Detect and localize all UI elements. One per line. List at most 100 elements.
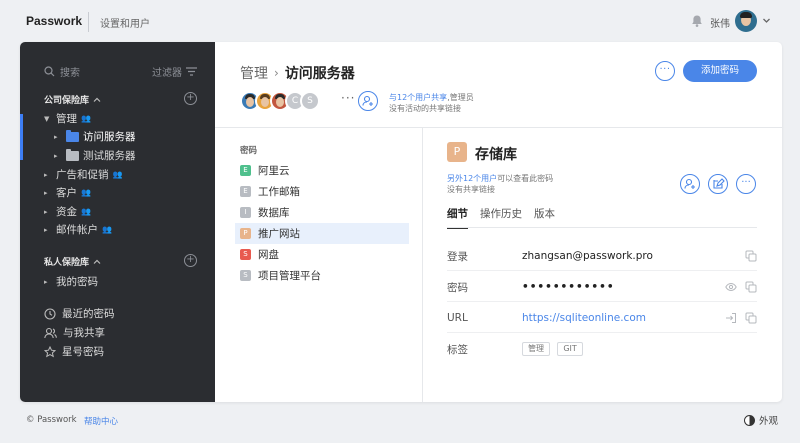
password-label: 数据库 <box>258 207 290 219</box>
tags-field: 标签 管理 GIT <box>447 338 757 360</box>
more-members-icon[interactable]: ··· <box>341 91 355 105</box>
group-icon: 👥 <box>81 207 91 216</box>
caret-right-icon: ▸ <box>54 151 58 160</box>
chevron-right-icon: › <box>274 66 279 80</box>
edit-button[interactable] <box>708 174 728 194</box>
breadcrumb: 管理 › 访问服务器 <box>240 63 355 83</box>
add-vault-button[interactable]: + <box>184 92 197 105</box>
detail-more-button[interactable]: ··· <box>736 174 756 194</box>
password-letter-icon: E <box>240 186 251 197</box>
copy-icon[interactable] <box>745 281 757 293</box>
login-value[interactable]: zhangsan@passwork.pro <box>522 250 737 262</box>
starred-label: 星号密码 <box>62 346 104 358</box>
copy-icon[interactable] <box>745 250 757 262</box>
sidebar-item-label: 我的密码 <box>56 276 98 288</box>
eye-icon[interactable] <box>725 281 737 293</box>
sidebar-item-ads[interactable]: ▸ 广告和促销 👥 <box>44 167 122 182</box>
sidebar-item-label: 客户 <box>56 187 77 199</box>
bell-icon[interactable] <box>690 14 704 28</box>
settings-link[interactable]: 设置和用户 <box>100 15 150 30</box>
divider <box>88 12 89 32</box>
caret-right-icon: ▸ <box>44 207 48 216</box>
password-list-item[interactable]: E 阿里云 <box>235 160 409 181</box>
caret-right-icon: ▸ <box>44 277 48 286</box>
copy-icon[interactable] <box>745 312 757 324</box>
password-list-item[interactable]: E 工作邮箱 <box>235 181 409 202</box>
tags-label: 标签 <box>447 343 468 356</box>
avatar: S <box>300 91 320 111</box>
avatar[interactable] <box>735 10 757 32</box>
group-icon: 👥 <box>102 225 112 234</box>
sidebar-item-admin[interactable]: ▼ 管理 👥 <box>44 111 91 126</box>
url-label: URL <box>447 312 468 324</box>
starred-passwords[interactable]: 星号密码 <box>44 344 104 359</box>
chevron-up-icon <box>93 259 101 264</box>
sidebar-item-clients[interactable]: ▸ 客户 👥 <box>44 185 91 200</box>
filter-button[interactable]: 过滤器 <box>152 64 197 79</box>
share-link-status: 没有活动的共享链接 <box>389 104 461 113</box>
sidebar-item-label: 访问服务器 <box>83 131 136 143</box>
chevron-down-icon[interactable] <box>762 16 771 25</box>
divider <box>215 127 782 128</box>
help-center-link[interactable]: 帮助中心 <box>84 415 118 427</box>
user-name[interactable]: 张伟 <box>710 15 730 30</box>
tab-versions[interactable]: 版本 <box>534 206 555 229</box>
share-users-link[interactable]: 与12个用户共享 <box>389 93 447 102</box>
caret-right-icon: ▸ <box>44 170 48 179</box>
sidebar-item-label: 广告和促销 <box>56 169 109 181</box>
password-list-item[interactable]: S 项目管理平台 <box>235 265 409 286</box>
filter-icon <box>186 67 197 76</box>
add-user-button[interactable] <box>358 91 378 111</box>
recent-label: 最近的密码 <box>62 308 115 320</box>
detail-add-user-button[interactable] <box>680 174 700 194</box>
sidebar-item-access-server[interactable]: ▸ 访问服务器 <box>54 129 136 144</box>
shared-with-me[interactable]: 与我共享 <box>44 325 105 340</box>
caret-right-icon: ▸ <box>44 188 48 197</box>
detail-share-info: 另外12个用户可以查看此密码 <box>447 173 553 184</box>
login-label: 登录 <box>447 250 468 263</box>
folder-icon <box>66 148 79 161</box>
caret-down-icon: ▼ <box>44 114 50 123</box>
password-list-item[interactable]: S 网盘 <box>235 244 409 265</box>
open-link-icon[interactable] <box>725 312 737 324</box>
password-list-item[interactable]: I 数据库 <box>235 202 409 223</box>
url-value[interactable]: https://sqliteonline.com <box>522 312 717 324</box>
sidebar-item-funds[interactable]: ▸ 资金 👥 <box>44 204 91 219</box>
tag[interactable]: 管理 <box>522 342 550 356</box>
more-options-button[interactable]: ··· <box>655 61 675 81</box>
detail-share-users-link[interactable]: 另外12个用户 <box>447 174 497 183</box>
sidebar-item-test-server[interactable]: ▸ 测试服务器 <box>54 148 136 163</box>
divider <box>447 301 757 302</box>
private-vault-header[interactable]: 私人保险库 <box>44 255 101 268</box>
password-title: 存储库 <box>475 147 517 163</box>
add-user-icon <box>684 178 695 189</box>
sidebar-item-my-passwords[interactable]: ▸ 我的密码 <box>44 274 98 289</box>
avatar-hair <box>740 12 752 18</box>
password-letter-icon: I <box>240 207 251 218</box>
users-icon <box>44 327 57 338</box>
sidebar-search[interactable]: 搜索 <box>44 64 80 79</box>
app-logo[interactable]: Passwork <box>26 14 82 28</box>
password-list-title: 密码 <box>240 146 258 156</box>
add-password-button[interactable]: 添加密码 <box>683 60 757 82</box>
breadcrumb-parent[interactable]: 管理 <box>240 63 268 83</box>
divider <box>447 270 757 271</box>
sidebar-item-mail[interactable]: ▸ 邮件帐户 👥 <box>44 222 112 237</box>
company-vault-header[interactable]: 公司保险库 <box>44 93 101 106</box>
appearance-button[interactable]: 外观 <box>744 413 778 427</box>
member-avatars[interactable]: C S <box>240 91 320 111</box>
password-value[interactable]: •••••••••••• <box>522 281 717 293</box>
url-field: URL https://sqliteonline.com <box>447 307 757 329</box>
recent-passwords[interactable]: 最近的密码 <box>44 306 115 321</box>
tag[interactable]: GIT <box>557 342 583 356</box>
tab-details[interactable]: 细节 <box>447 206 468 229</box>
tab-history[interactable]: 操作历史 <box>480 206 522 229</box>
password-letter-icon: S <box>240 249 251 260</box>
group-icon: 👥 <box>112 170 123 179</box>
search-placeholder: 搜索 <box>60 68 80 79</box>
password-list-item[interactable]: P 推广网站 <box>235 223 409 244</box>
tags-list: 管理 GIT <box>522 342 757 356</box>
add-user-icon <box>362 95 373 106</box>
appearance-label: 外观 <box>759 416 779 427</box>
add-private-vault-button[interactable]: + <box>184 254 197 267</box>
